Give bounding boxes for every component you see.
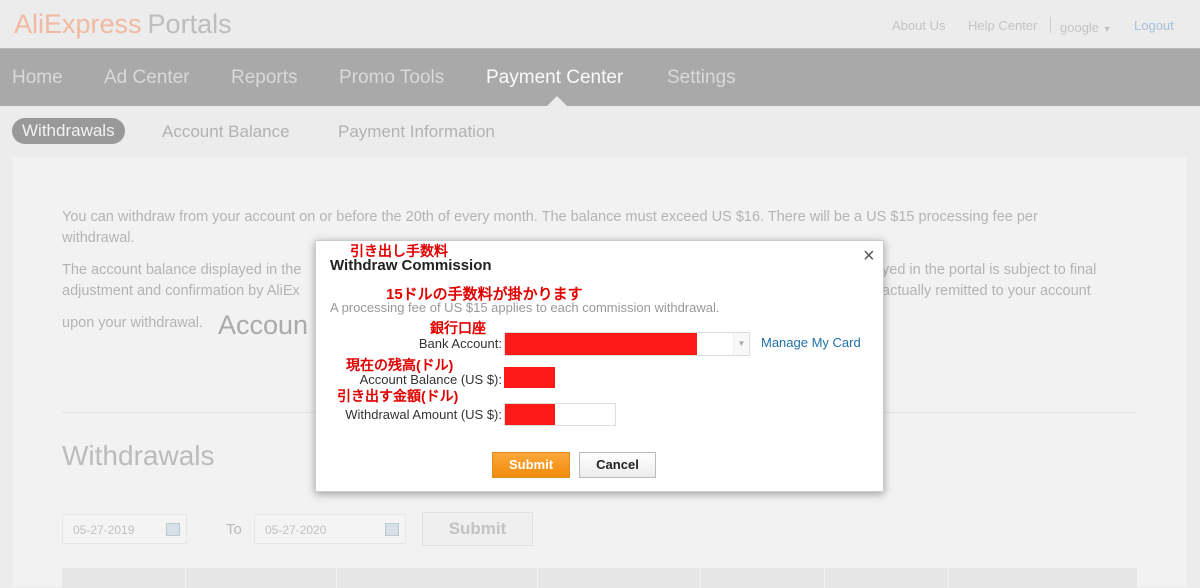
dialog-submit-button[interactable]: Submit (492, 452, 570, 478)
info-text: upon your withdrawal. (62, 315, 204, 331)
bank-account-select[interactable]: ▼ (504, 332, 750, 356)
calendar-icon[interactable] (385, 523, 399, 536)
redacted-bank (505, 333, 697, 355)
annotation: 銀行口座 (430, 320, 486, 336)
subtab-payment-information[interactable]: Payment Information (338, 122, 495, 142)
logo[interactable]: AliExpress Portals (14, 9, 232, 40)
dialog-cancel-button[interactable]: Cancel (579, 452, 656, 478)
info-text: actually remitted to your account (882, 283, 1091, 299)
date-from-value: 05-27-2019 (73, 523, 135, 537)
withdrawal-amount-input[interactable] (504, 403, 616, 426)
logout-link[interactable]: Logout (1134, 18, 1174, 33)
date-from-input[interactable]: 05-27-2019 (62, 514, 187, 544)
account-heading: Accoun (218, 310, 309, 340)
info-text: adjustment and confirmation by AliEx (62, 283, 300, 299)
nav-payment-center[interactable]: Payment Center (486, 67, 623, 89)
nav-home[interactable]: Home (12, 67, 63, 89)
date-to-input[interactable]: 05-27-2020 (254, 514, 406, 544)
date-to-value: 05-27-2020 (265, 523, 327, 537)
fee-note: A processing fee of US $15 applies to ea… (330, 300, 720, 315)
calendar-icon[interactable] (166, 523, 180, 536)
nav-promo-tools[interactable]: Promo Tools (339, 67, 444, 89)
info-text: withdrawal. (62, 230, 135, 246)
filter-submit-button[interactable]: Submit (422, 512, 533, 546)
help-center-link[interactable]: Help Center (968, 18, 1037, 33)
user-menu[interactable]: google ▼ (1060, 20, 1112, 35)
redacted-balance (504, 367, 555, 388)
username: google (1060, 20, 1100, 35)
nav-ad-center[interactable]: Ad Center (104, 67, 190, 89)
to-label: To (226, 521, 242, 538)
about-us-link[interactable]: About Us (892, 18, 945, 33)
chevron-down-icon: ▼ (1102, 24, 1112, 34)
withdraw-commission-dialog: 引き出し手数料 Withdraw Commission × 15ドルの手数料が掛… (315, 240, 884, 492)
table-header (62, 568, 1137, 588)
subtab-withdrawals[interactable]: Withdrawals (12, 118, 125, 144)
account-balance-label: Account Balance (US $): (359, 372, 502, 387)
withdrawal-amount-label: Withdrawal Amount (US $): (345, 407, 502, 422)
nav-settings[interactable]: Settings (667, 67, 736, 89)
redacted-amount (505, 404, 555, 425)
dialog-title: Withdraw Commission (330, 257, 492, 274)
chevron-down-icon[interactable]: ▼ (733, 333, 749, 355)
info-text: You can withdraw from your account on or… (62, 209, 1038, 225)
subtab-account-balance[interactable]: Account Balance (162, 122, 290, 142)
divider (1050, 17, 1051, 33)
annotation: 引き出す金額(ドル) (337, 388, 459, 404)
main-nav: Home Ad Center Reports Promo Tools Payme… (0, 48, 1200, 106)
info-text: yed in the portal is subject to final (882, 262, 1097, 278)
withdrawals-title: Withdrawals (62, 440, 215, 471)
bank-account-label: Bank Account: (418, 336, 502, 351)
close-icon[interactable]: × (863, 245, 875, 268)
active-caret (547, 96, 567, 106)
manage-my-card-link[interactable]: Manage My Card (761, 335, 861, 350)
nav-reports[interactable]: Reports (231, 67, 298, 89)
info-text: The account balance displayed in the (62, 262, 302, 278)
